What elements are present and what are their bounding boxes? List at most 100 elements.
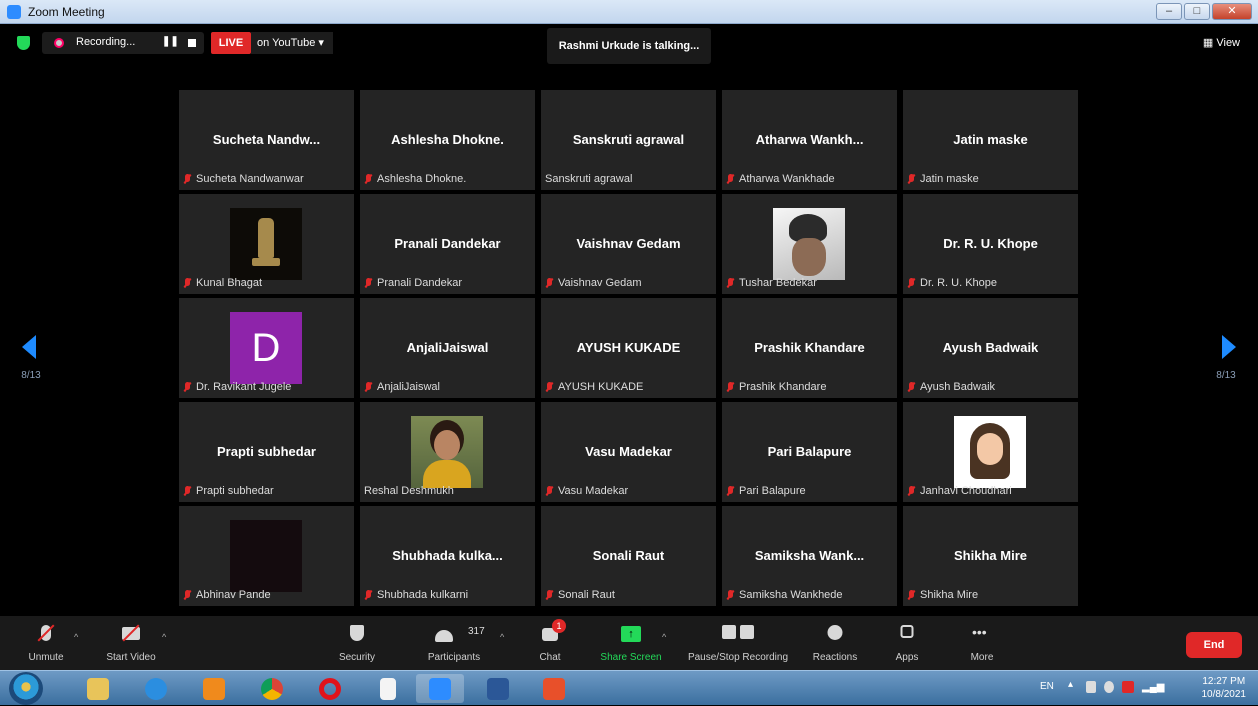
taskbar-notepad[interactable]: [364, 674, 412, 703]
participant-display-name: Jatin maske: [953, 132, 1028, 147]
audio-options-chevron-icon[interactable]: ^: [74, 632, 78, 642]
participant-name-label: Prashik Khandare: [726, 381, 826, 393]
participant-display-name: Pari Balapure: [767, 444, 852, 459]
taskbar-opera[interactable]: [306, 674, 354, 703]
taskbar-zoom[interactable]: [416, 674, 464, 703]
chat-button[interactable]: 1 Chat: [530, 619, 570, 663]
recording-dot-icon: [54, 38, 64, 48]
speaker-icon[interactable]: [1104, 681, 1114, 693]
internet-explorer-icon: [145, 677, 167, 700]
participant-tile[interactable]: AnjaliJaiswal AnjaliJaiswal: [360, 298, 535, 398]
minimize-button[interactable]: –: [1156, 3, 1182, 20]
taskbar-media[interactable]: [190, 674, 238, 703]
participant-avatar: [230, 208, 302, 280]
usb-icon[interactable]: [1086, 681, 1096, 693]
participant-label-text: Prashik Khandare: [739, 381, 827, 393]
start-video-button[interactable]: Start Video: [98, 620, 164, 663]
participant-tile[interactable]: Vasu Madekar Vasu Madekar: [541, 402, 716, 502]
show-hidden-icons-icon[interactable]: ▴: [1068, 679, 1073, 690]
video-options-chevron-icon[interactable]: ^: [162, 632, 166, 642]
participants-button[interactable]: 317 Participants: [418, 620, 490, 663]
taskbar-word[interactable]: [474, 674, 522, 703]
participant-tile[interactable]: AYUSH KUKADE AYUSH KUKADE: [541, 298, 716, 398]
unmute-button[interactable]: Unmute: [20, 620, 72, 663]
taskbar-ie[interactable]: [132, 674, 180, 703]
taskbar-chrome[interactable]: [248, 674, 296, 703]
participant-tile[interactable]: Janhavi Choudhari: [903, 402, 1078, 502]
maximize-button[interactable]: □: [1184, 3, 1210, 20]
participant-label-text: Abhinav Pande: [196, 589, 271, 601]
participant-name-label: Pranali Dandekar: [364, 277, 462, 289]
muted-microphone-icon: [545, 589, 554, 601]
participant-name-label: Prapti subhedar: [183, 485, 274, 497]
participant-tile[interactable]: D Dr. Ravikant Jugele: [179, 298, 354, 398]
pause-icon: [722, 625, 737, 639]
opera-icon: [319, 677, 341, 700]
start-menu-orb-icon[interactable]: [9, 672, 43, 705]
clock-time: 12:27 PM: [1202, 676, 1246, 687]
share-options-chevron-icon[interactable]: ^: [662, 632, 666, 642]
participant-tile[interactable]: Atharwa Wankh... Atharwa Wankhade: [722, 90, 897, 190]
apps-button[interactable]: Apps: [886, 620, 928, 663]
zoom-app-icon: [7, 5, 21, 19]
participant-tile[interactable]: Prapti subhedar Prapti subhedar: [179, 402, 354, 502]
system-clock[interactable]: 12:27 PM 10/8/2021: [1202, 675, 1247, 701]
participant-tile[interactable]: Prashik Khandare Prashik Khandare: [722, 298, 897, 398]
participants-options-chevron-icon[interactable]: ^: [500, 632, 504, 642]
pause-recording-icon[interactable]: ❚❚: [162, 36, 179, 47]
participant-tile[interactable]: Ashlesha Dhokne. Ashlesha Dhokne.: [360, 90, 535, 190]
participant-tile[interactable]: Sanskruti agrawal Sanskruti agrawal: [541, 90, 716, 190]
participant-tile[interactable]: Shubhada kulka... Shubhada kulkarni: [360, 506, 535, 606]
action-center-flag-icon[interactable]: [1122, 681, 1134, 693]
page-indicator-right: 8/13: [1216, 370, 1236, 381]
next-page-arrow-icon[interactable]: [1222, 335, 1236, 359]
participant-tile[interactable]: Sonali Raut Sonali Raut: [541, 506, 716, 606]
close-button[interactable]: ✕: [1212, 3, 1252, 20]
language-indicator[interactable]: EN: [1040, 681, 1054, 692]
live-stream-target-dropdown[interactable]: on YouTube ▾: [251, 32, 333, 54]
security-button[interactable]: Security: [332, 620, 382, 663]
more-button[interactable]: ••• More: [962, 620, 1002, 663]
participant-label-text: Vaishnav Gedam: [558, 277, 642, 289]
stop-recording-icon[interactable]: [188, 39, 196, 47]
participant-label-text: Samiksha Wankhede: [739, 589, 843, 601]
participant-name-label: Atharwa Wankhade: [726, 173, 835, 185]
participant-tile[interactable]: Pari Balapure Pari Balapure: [722, 402, 897, 502]
participant-tile[interactable]: Reshal Deshmukh: [360, 402, 535, 502]
reactions-button[interactable]: Reactions: [806, 620, 864, 663]
participant-tile[interactable]: Vaishnav Gedam Vaishnav Gedam: [541, 194, 716, 294]
participant-name-label: AYUSH KUKADE: [545, 381, 643, 393]
taskbar-app[interactable]: [530, 674, 578, 703]
participant-display-name: Shubhada kulka...: [392, 548, 503, 563]
pause-stop-recording-button[interactable]: Pause/Stop Recording: [682, 620, 794, 663]
participant-tile[interactable]: Pranali Dandekar Pranali Dandekar: [360, 194, 535, 294]
participant-tile[interactable]: Samiksha Wank... Samiksha Wankhede: [722, 506, 897, 606]
encryption-shield-icon[interactable]: [17, 36, 30, 50]
muted-microphone-icon: [364, 589, 373, 601]
file-explorer-icon: [87, 677, 109, 700]
participant-tile[interactable]: Tushar Bedekar: [722, 194, 897, 294]
muted-microphone-icon: [364, 381, 373, 393]
muted-microphone-icon: [545, 485, 554, 497]
meeting-controls-toolbar: Unmute ^ Start Video ^ Security 317 Part…: [0, 616, 1258, 670]
network-signal-icon[interactable]: ▂▄▆: [1142, 682, 1164, 693]
participant-tile[interactable]: Dr. R. U. Khope Dr. R. U. Khope: [903, 194, 1078, 294]
participant-tile[interactable]: Ayush Badwaik Ayush Badwaik: [903, 298, 1078, 398]
view-button[interactable]: ▦ View: [1203, 36, 1240, 49]
share-screen-button[interactable]: ↑ Share Screen: [596, 620, 666, 663]
taskbar-explorer[interactable]: [74, 674, 122, 703]
participant-tile[interactable]: Shikha Mire Shikha Mire: [903, 506, 1078, 606]
end-meeting-button[interactable]: End: [1186, 632, 1242, 658]
participant-tile[interactable]: Sucheta Nandw... Sucheta Nandwanwar: [179, 90, 354, 190]
participant-name-label: Shikha Mire: [907, 589, 978, 601]
participant-name-label: Sucheta Nandwanwar: [183, 173, 304, 185]
stop-icon: [739, 625, 754, 639]
previous-page-arrow-icon[interactable]: [22, 335, 36, 359]
more-dots-icon: •••: [972, 624, 987, 640]
participant-tile[interactable]: Jatin maske Jatin maske: [903, 90, 1078, 190]
participant-tile[interactable]: Abhinav Pande: [179, 506, 354, 606]
microphone-muted-icon: [41, 625, 51, 641]
participant-tile[interactable]: Kunal Bhagat: [179, 194, 354, 294]
video-off-icon: [122, 627, 140, 640]
participant-label-text: Dr. R. U. Khope: [920, 277, 998, 289]
